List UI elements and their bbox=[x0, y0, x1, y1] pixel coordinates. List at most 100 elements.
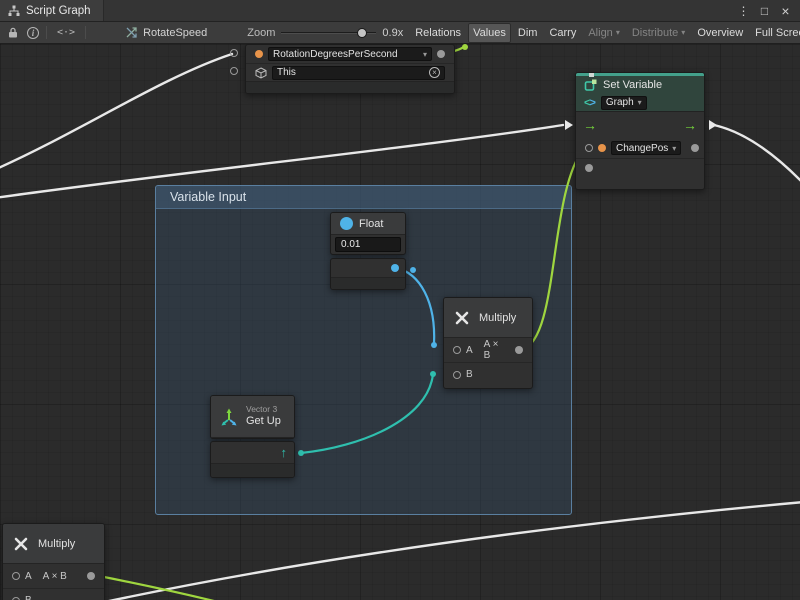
node-title: Multiply bbox=[38, 538, 75, 550]
zoom-slider-handle[interactable] bbox=[357, 28, 367, 38]
wire-cap bbox=[462, 44, 468, 50]
node-multiply[interactable]: Multiply A A × B B bbox=[443, 297, 533, 389]
titlebar: Script Graph ⋮ □ × bbox=[0, 0, 800, 22]
caret-down-icon: ▾ bbox=[638, 98, 642, 107]
button-align[interactable]: Align ▾ bbox=[583, 23, 624, 43]
group-title: Variable Input bbox=[170, 190, 246, 204]
node-get-up[interactable]: Vector 3 Get Up bbox=[210, 395, 295, 439]
multiply-icon bbox=[453, 309, 471, 327]
port-row-a: A A × B bbox=[444, 338, 532, 362]
target-row: This × bbox=[246, 63, 454, 81]
node-footer bbox=[246, 81, 454, 93]
node-get-up-footer[interactable]: ↑ bbox=[210, 441, 295, 478]
flow-input-triangle[interactable] bbox=[565, 120, 573, 130]
scope-dropdown[interactable]: Graph ▾ bbox=[601, 96, 647, 110]
node-accent bbox=[576, 73, 704, 76]
tab-script-graph[interactable]: Script Graph bbox=[0, 0, 104, 21]
name-port[interactable] bbox=[585, 144, 593, 152]
node-title: Get Up bbox=[246, 415, 281, 428]
button-values[interactable]: Values bbox=[468, 23, 511, 43]
node-header: Float bbox=[331, 213, 405, 235]
multiply-icon bbox=[12, 535, 30, 553]
value-input-port[interactable] bbox=[585, 164, 593, 172]
node-header: Multiply bbox=[444, 298, 532, 338]
variable-port-icon bbox=[598, 144, 606, 152]
input-b-port[interactable] bbox=[12, 597, 20, 600]
button-relations[interactable]: Relations bbox=[410, 23, 466, 43]
port-row-b: B bbox=[444, 362, 532, 386]
button-carry[interactable]: Carry bbox=[544, 23, 581, 43]
caret-down-icon: ▾ bbox=[672, 144, 676, 153]
button-overview[interactable]: Overview bbox=[692, 23, 748, 43]
wire-multiply2-output bbox=[94, 575, 250, 600]
input-a-port[interactable] bbox=[453, 346, 461, 354]
button-distribute[interactable]: Distribute ▾ bbox=[627, 23, 690, 43]
zoom-value: 0.9x bbox=[382, 27, 403, 39]
output-port[interactable] bbox=[87, 572, 95, 580]
lock-icon[interactable] bbox=[3, 22, 23, 44]
info-icon[interactable]: i bbox=[23, 22, 43, 44]
maximize-icon[interactable]: □ bbox=[757, 1, 772, 21]
graph-name: RotateSpeed bbox=[143, 27, 207, 39]
node-header: Vector 3 Get Up bbox=[211, 396, 294, 438]
vector-output-icon[interactable]: ↑ bbox=[281, 445, 288, 460]
toolbar-separator bbox=[46, 26, 47, 39]
flow-out-arrow-icon: → bbox=[683, 118, 697, 132]
scope-row: <> Graph ▾ bbox=[576, 94, 704, 112]
wire-flow-out-of-set-variable bbox=[714, 125, 800, 184]
target-field[interactable]: This × bbox=[272, 66, 445, 80]
flow-row: → → bbox=[576, 112, 704, 138]
zoom-slider[interactable] bbox=[281, 22, 376, 44]
node-header: Set Variable bbox=[576, 76, 704, 94]
node-title: Multiply bbox=[479, 312, 516, 324]
variable-dropdown[interactable]: ChangePos ▾ bbox=[611, 141, 681, 155]
script-graph-icon bbox=[8, 5, 20, 17]
input-a-port[interactable] bbox=[12, 572, 20, 580]
node-get-variable[interactable]: RotationDegreesPerSecond ▾ This × bbox=[245, 44, 455, 94]
close-icon[interactable]: × bbox=[778, 1, 793, 21]
variable-name-dropdown[interactable]: RotationDegreesPerSecond ▾ bbox=[268, 47, 432, 61]
get-variable-name-port[interactable] bbox=[230, 49, 238, 57]
caret-down-icon: ▾ bbox=[681, 23, 685, 43]
node-header: Multiply bbox=[3, 524, 104, 564]
wire-flow-left-top bbox=[0, 54, 232, 170]
output-port[interactable] bbox=[515, 346, 523, 354]
window-title: Script Graph bbox=[26, 5, 91, 17]
value-output-port[interactable] bbox=[691, 144, 699, 152]
wire-flow-bottom bbox=[95, 502, 800, 600]
port-row-a: A A × B bbox=[3, 564, 104, 588]
node-title: Set Variable bbox=[603, 79, 662, 91]
graph-canvas[interactable]: Variable Input bbox=[0, 44, 800, 600]
get-variable-target-port[interactable] bbox=[230, 67, 238, 75]
menu-dots-icon[interactable]: ⋮ bbox=[736, 1, 751, 21]
gameobject-cube-icon bbox=[255, 67, 267, 79]
node-type-label: Vector 3 bbox=[246, 405, 281, 415]
input-b-port[interactable] bbox=[453, 371, 461, 379]
vector3-icon bbox=[219, 407, 239, 427]
caret-down-icon: ▾ bbox=[423, 50, 427, 59]
graph-variable-icon: <> bbox=[584, 97, 595, 109]
value-output-port[interactable] bbox=[437, 50, 445, 58]
node-float-footer[interactable] bbox=[330, 258, 406, 290]
variable-row: ChangePos ▾ bbox=[576, 138, 704, 158]
float-output-port[interactable] bbox=[391, 264, 399, 272]
toolbar-separator bbox=[85, 26, 86, 39]
node-set-variable[interactable]: Set Variable <> Graph ▾ → → ChangePos ▾ bbox=[575, 72, 705, 190]
graph-asset-icon bbox=[125, 26, 138, 39]
circle-x-icon[interactable]: × bbox=[429, 67, 440, 78]
button-dim[interactable]: Dim bbox=[513, 23, 543, 43]
set-variable-icon bbox=[584, 79, 597, 92]
float-value-input[interactable]: 0.01 bbox=[335, 237, 401, 252]
variable-name-row: RotationDegreesPerSecond ▾ bbox=[246, 45, 454, 63]
port-row-b: B bbox=[3, 588, 104, 600]
node-title: Float bbox=[359, 218, 383, 230]
window-controls: ⋮ □ × bbox=[736, 1, 800, 21]
variable-port-icon bbox=[255, 50, 263, 58]
flow-output-triangle[interactable] bbox=[709, 120, 717, 130]
script-graph-window: Script Graph ⋮ □ × i <·> RotateSpeed Zoo… bbox=[0, 0, 800, 600]
node-float[interactable]: Float 0.01 bbox=[330, 212, 406, 255]
edit-graph-icon[interactable]: <·> bbox=[50, 22, 82, 44]
button-fullscreen[interactable]: Full Screen bbox=[750, 23, 800, 43]
group-header[interactable]: Variable Input bbox=[156, 186, 571, 209]
node-multiply-2[interactable]: Multiply A A × B B bbox=[2, 523, 105, 600]
